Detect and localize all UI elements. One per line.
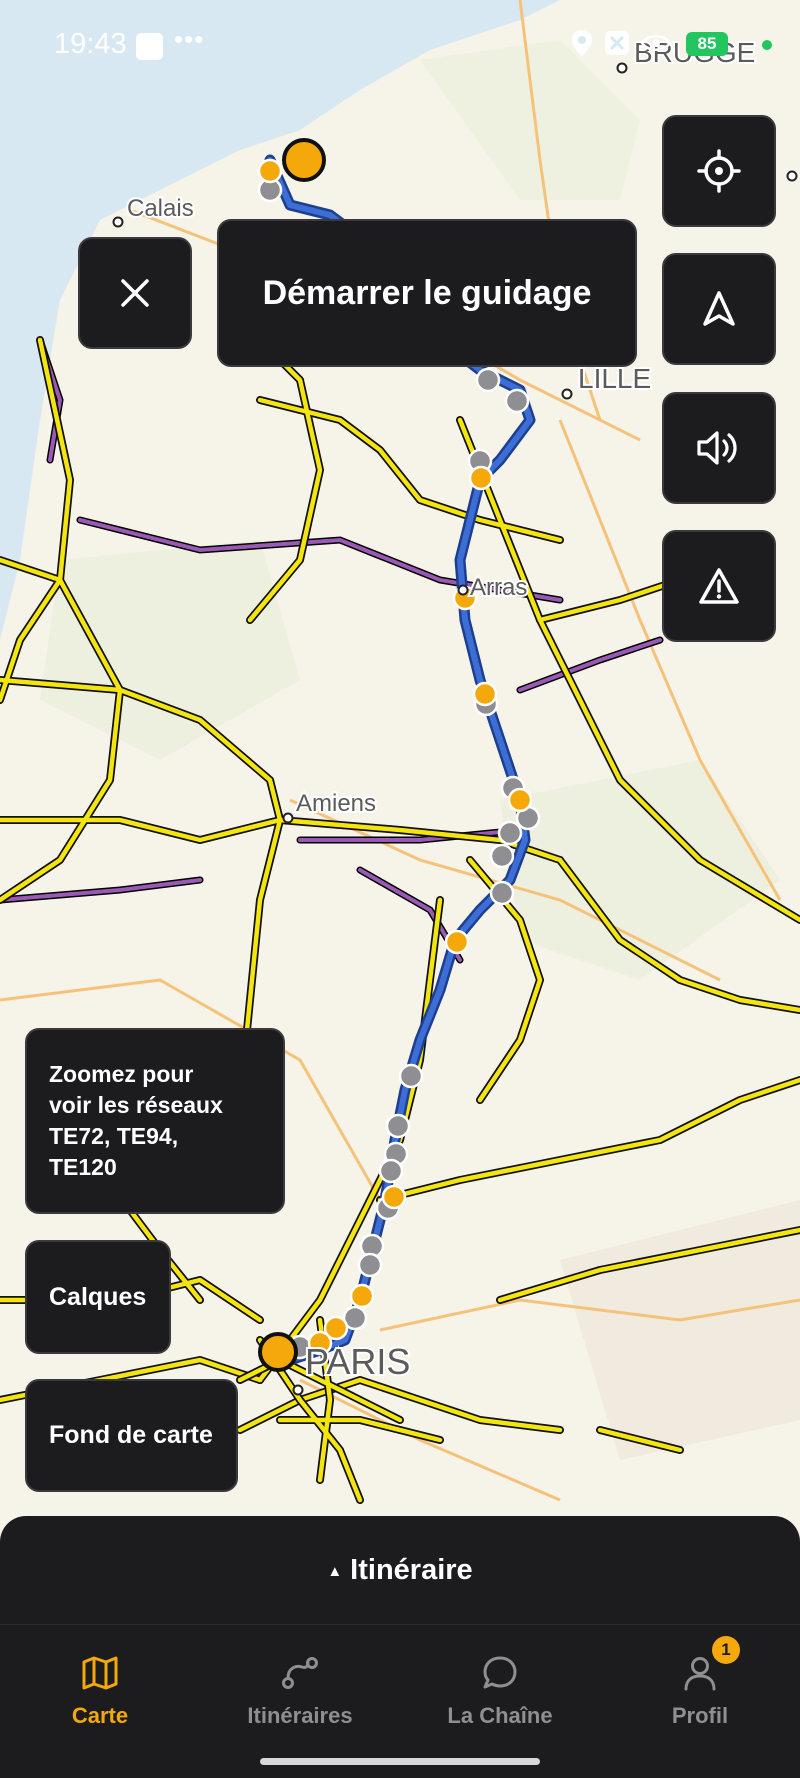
layers-button[interactable]: Calques [25, 1240, 171, 1354]
nav-tab-la-chaine[interactable]: La Chaîne [400, 1653, 600, 1743]
itinerary-label: Itinéraire [350, 1553, 473, 1586]
close-route-button[interactable] [78, 237, 192, 349]
sound-toggle-button[interactable] [662, 392, 776, 504]
warning-triangle-icon [699, 568, 739, 604]
route-icon [282, 1657, 318, 1689]
nav-tab-itineraires[interactable]: Itinéraires [200, 1653, 400, 1743]
nav-tab-carte[interactable]: Carte [0, 1653, 200, 1743]
battery-level: 85 [686, 32, 728, 56]
bottom-navigation: Carte Itinéraires La Chaîne Profil [0, 1624, 800, 1778]
map-icon [82, 1656, 118, 1690]
x-box-icon [605, 31, 629, 55]
navigation-arrow-icon [703, 291, 735, 326]
start-guidance-label: Démarrer le guidage [262, 273, 592, 312]
nav-label-itineraires: Itinéraires [247, 1703, 353, 1728]
zoom-hint-panel: Zoomez pour voir les réseaux TE72, TE94,… [25, 1028, 285, 1214]
person-icon [684, 1657, 716, 1691]
city-label-paris: PARIS [305, 1341, 410, 1382]
route-start-marker[interactable] [282, 138, 326, 182]
report-hazard-button[interactable] [662, 530, 776, 642]
land-patch [500, 760, 780, 980]
navigation-mode-button[interactable] [662, 253, 776, 365]
city-label-amiens: Amiens [296, 790, 376, 817]
city-label-lille: LILLE [578, 363, 651, 394]
nav-label-profil: Profil [671, 1703, 729, 1728]
expand-caret-icon: ▲ [327, 1562, 343, 1580]
itinerary-sheet-toggle[interactable]: ▲ Itinéraire [0, 1516, 800, 1624]
nav-label-la-chaine: La Chaîne [447, 1703, 553, 1728]
more-notifications-icon: ••• [174, 24, 205, 54]
nav-tab-profil[interactable]: Profil [600, 1653, 800, 1743]
route-end-marker[interactable] [258, 1332, 298, 1372]
layers-label: Calques [49, 1282, 147, 1311]
start-guidance-button[interactable]: Démarrer le guidage [217, 219, 637, 367]
close-icon [121, 279, 149, 307]
status-bar: 19:43 ••• 85 [0, 0, 800, 92]
profile-notification-badge: 1 [712, 1636, 740, 1664]
location-pin-icon [572, 30, 592, 56]
zoom-hint-text: Zoomez pour voir les réseaux TE72, TE94,… [49, 1061, 223, 1180]
eye-icon [640, 35, 672, 51]
status-time: 19:43 [54, 28, 127, 60]
speaker-icon [697, 431, 737, 465]
land-patch [40, 540, 300, 760]
nav-label-carte: Carte [71, 1703, 129, 1728]
basemap-button[interactable]: Fond de carte [25, 1379, 238, 1492]
chat-bubble-icon [483, 1656, 517, 1689]
city-label-calais: Calais [127, 195, 194, 222]
crosshair-icon [697, 149, 741, 193]
city-label-arras: Arras [470, 574, 527, 601]
privacy-indicator-dot [762, 40, 772, 50]
home-indicator[interactable] [260, 1758, 540, 1765]
basemap-label: Fond de carte [49, 1421, 213, 1449]
recenter-location-button[interactable] [662, 115, 776, 227]
app-notification-icon [136, 33, 163, 60]
